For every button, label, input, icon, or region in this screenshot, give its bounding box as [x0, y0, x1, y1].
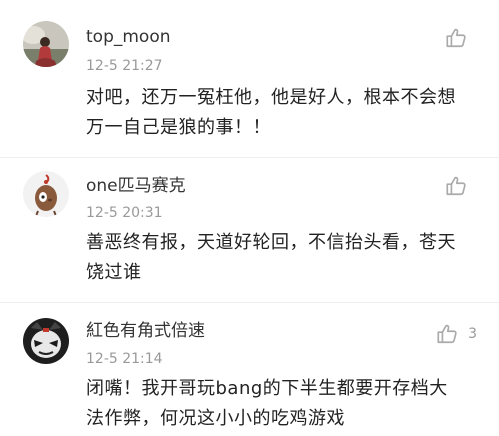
comment-timestamp: 12-5 21:14	[86, 351, 163, 367]
thumbs-up-icon	[436, 323, 458, 345]
like-count: 3	[468, 326, 477, 342]
comment-list: top_moon 12-5 21:27 对吧，还万一冤枉他，他是好人，根本不会想…	[0, 0, 499, 436]
user-avatar[interactable]	[23, 171, 69, 217]
thumbs-up-icon	[445, 175, 467, 197]
user-avatar[interactable]	[23, 21, 69, 67]
comment-timestamp: 12-5 21:27	[86, 58, 163, 74]
comment-body-line: 万一自己是狼的事！！	[86, 117, 271, 138]
like-button[interactable]: 3	[436, 323, 477, 345]
comment-body: 善恶终有报，天道好轮回，不信抬头看，苍天 饶过谁	[86, 228, 486, 288]
comment-body: 闭嘴！我开哥玩bang的下半生都要开存档大 法作弊，何况这小小的吃鸡游戏	[86, 374, 486, 434]
comment-body: 对吧，还万一冤枉他，他是好人，根本不会想 万一自己是狼的事！！	[86, 83, 486, 143]
comment-body-line: 饶过谁	[86, 262, 142, 283]
comment-body-line: 法作弊，何况这小小的吃鸡游戏	[86, 408, 345, 429]
like-button[interactable]	[445, 175, 477, 197]
comment-body-line: 闭嘴！我开哥玩bang的下半生都要开存档大	[86, 378, 448, 399]
thumbs-up-icon	[445, 27, 467, 49]
comment-timestamp: 12-5 20:31	[86, 205, 163, 221]
avatar-cartoon-creature	[23, 171, 69, 217]
divider	[0, 302, 499, 303]
avatar-masked-character	[23, 318, 69, 364]
like-button[interactable]	[445, 27, 477, 49]
user-avatar[interactable]	[23, 318, 69, 364]
username[interactable]: 紅色有角式倍速	[86, 320, 205, 342]
comment-body-line: 善恶终有报，天道好轮回，不信抬头看，苍天	[86, 232, 456, 253]
comment-body-line: 对吧，还万一冤枉他，他是好人，根本不会想	[86, 87, 456, 108]
avatar-photo-person	[23, 21, 69, 67]
username[interactable]: top_moon	[86, 26, 171, 48]
username[interactable]: one匹马赛克	[86, 175, 186, 197]
divider	[0, 157, 499, 158]
